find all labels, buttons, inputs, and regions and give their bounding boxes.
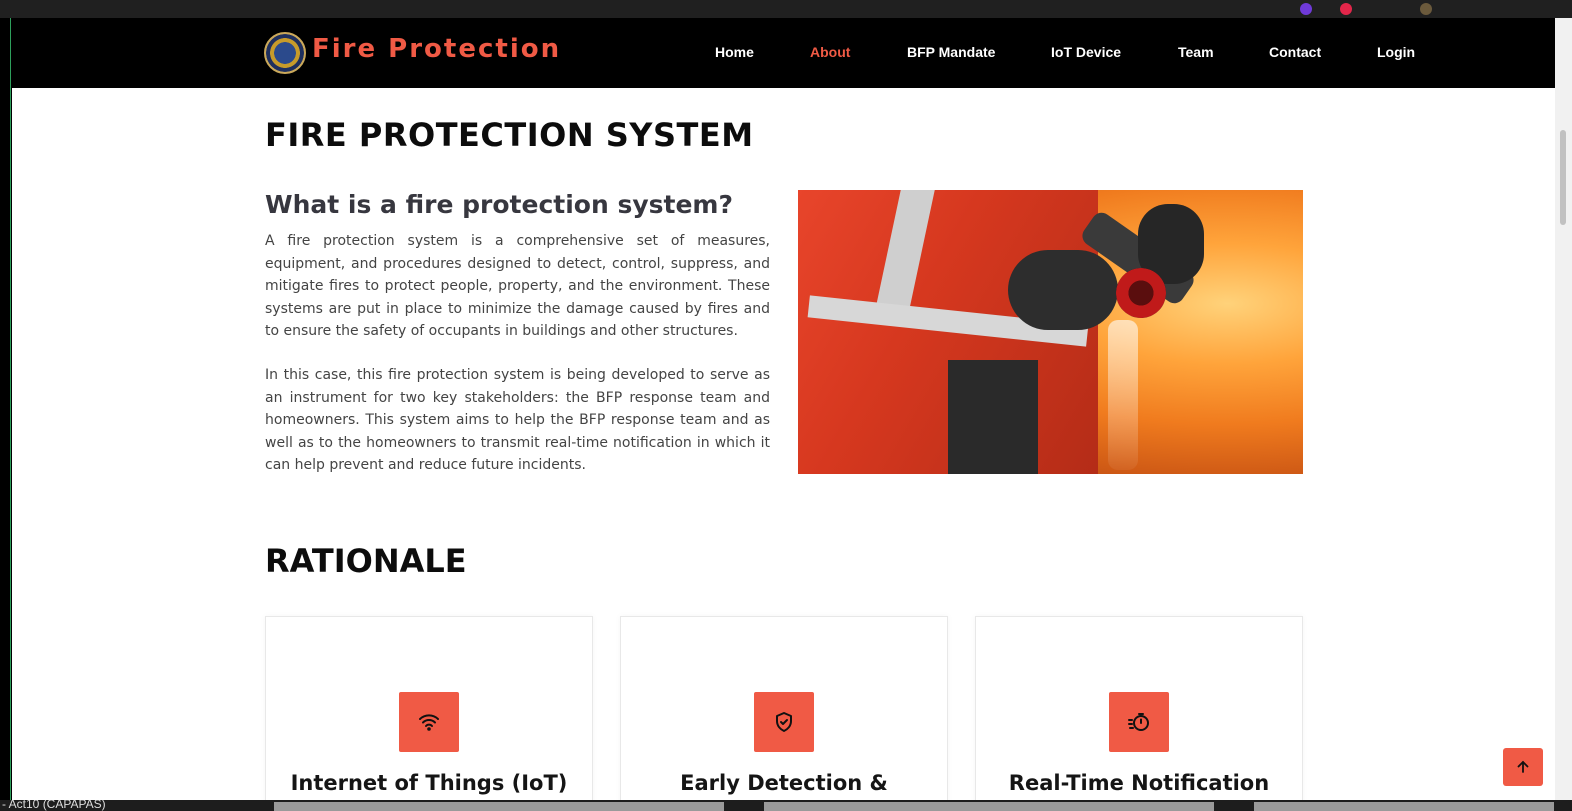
- rationale-card-title: Real-Time Notification: [1008, 771, 1270, 795]
- back-to-top-button[interactable]: [1503, 748, 1543, 786]
- taskbar-window-label[interactable]: - Act10 (CAPAPAS): [2, 800, 106, 811]
- rationale-card-detection: Early Detection &: [620, 616, 948, 800]
- arrow-up-icon: [1517, 760, 1529, 773]
- page-viewport: Fire Protection Home About BFP Mandate I…: [12, 18, 1555, 800]
- description-paragraph: In this case, this fire protection syste…: [265, 367, 770, 473]
- stopwatch-icon: [1109, 692, 1169, 752]
- rationale-card-iot: Internet of Things (IoT): [265, 616, 593, 800]
- nav-link-about[interactable]: About: [810, 44, 850, 60]
- nav-link-iot-device[interactable]: IoT Device: [1051, 44, 1121, 60]
- firefighter-hero-image: [798, 190, 1303, 474]
- subsection-title: What is a fire protection system?: [265, 190, 733, 219]
- taskbar-segment: [274, 802, 724, 811]
- taskbar-segment: [764, 802, 1214, 811]
- nav-link-contact[interactable]: Contact: [1269, 44, 1321, 60]
- description-paragraph: A fire protection system is a comprehens…: [265, 233, 770, 339]
- shield-check-icon: [754, 692, 814, 752]
- window-edge: [0, 18, 12, 800]
- taskbar-segment: [1254, 802, 1554, 811]
- extension-icon[interactable]: [1340, 3, 1352, 15]
- nav-links: Home About BFP Mandate IoT Device Team C…: [12, 18, 1555, 88]
- extension-icon[interactable]: [1300, 3, 1312, 15]
- rationale-card-title: Internet of Things (IoT): [290, 771, 568, 795]
- nav-link-bfp-mandate[interactable]: BFP Mandate: [907, 44, 995, 60]
- rationale-card-notification: Real-Time Notification: [975, 616, 1303, 800]
- scrollbar-thumb[interactable]: [1560, 130, 1566, 225]
- wifi-icon: [399, 692, 459, 752]
- rationale-title: RATIONALE: [265, 542, 467, 580]
- nav-link-team[interactable]: Team: [1178, 44, 1214, 60]
- taskbar: - Act10 (CAPAPAS): [0, 800, 1572, 811]
- section-title: FIRE PROTECTION SYSTEM: [265, 116, 754, 154]
- page-scrollbar[interactable]: [1555, 18, 1572, 800]
- profile-avatar-icon[interactable]: [1420, 3, 1432, 15]
- browser-chrome-bar: [0, 0, 1572, 18]
- nav-link-home[interactable]: Home: [715, 44, 754, 60]
- nav-link-login[interactable]: Login: [1377, 44, 1415, 60]
- rationale-card-title: Early Detection &: [680, 771, 888, 795]
- navbar: Fire Protection Home About BFP Mandate I…: [12, 18, 1555, 88]
